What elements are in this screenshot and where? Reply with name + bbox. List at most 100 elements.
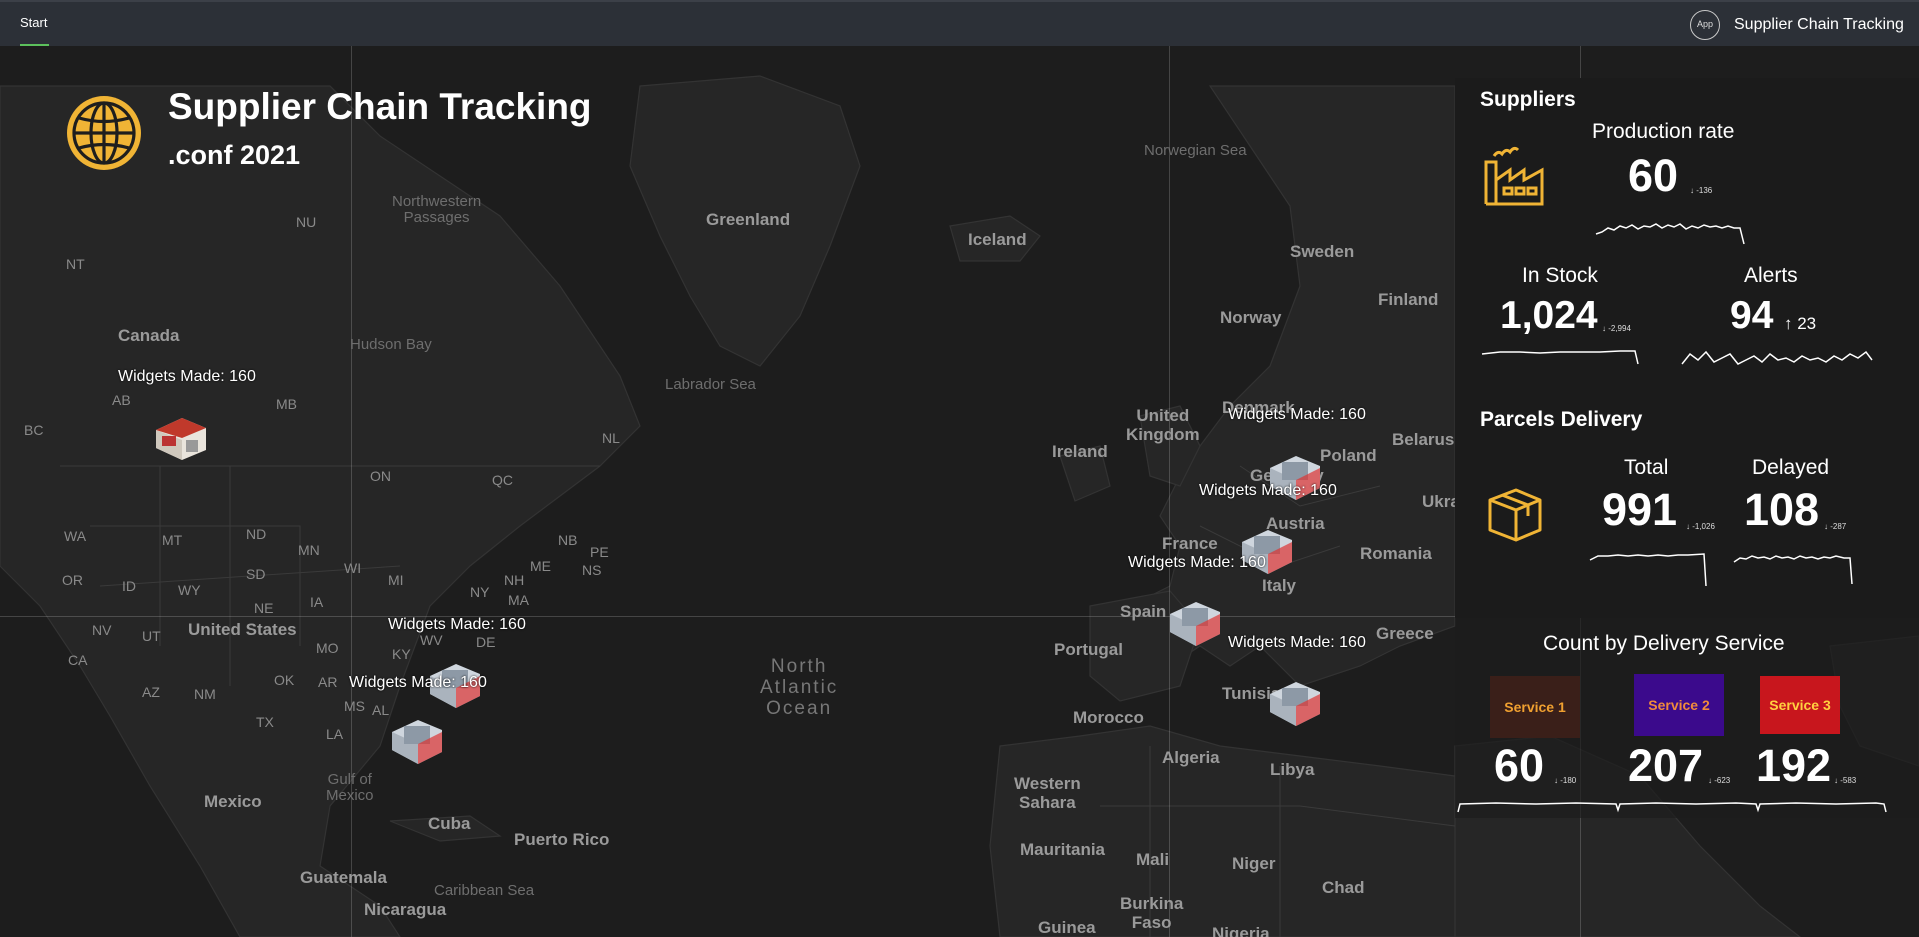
production-rate-label: Production rate (1592, 120, 1735, 143)
service-1-badge[interactable]: Service 1 (1490, 676, 1580, 738)
map-label: ID (122, 578, 136, 594)
map-label: MA (508, 592, 529, 608)
map-gridline (1169, 46, 1170, 937)
factory-outline-icon (1484, 146, 1544, 206)
marker-label: Widgets Made: 160 (1228, 406, 1366, 423)
map-label: LA (326, 726, 344, 742)
marker-label: Widgets Made: 160 (349, 674, 487, 691)
map-label: NY (470, 584, 490, 600)
alerts-delta: ↑ 23 (1784, 314, 1817, 333)
alerts-sparkline (1681, 350, 1873, 365)
map-label: Burkina Faso (1120, 894, 1184, 932)
suppliers-title: Suppliers (1480, 88, 1576, 111)
parcels-total-label: Total (1624, 456, 1669, 479)
page-subtitle: .conf 2021 (168, 140, 301, 170)
map-label: NT (66, 256, 85, 272)
map-label: Norway (1220, 308, 1282, 327)
map-label: Ireland (1052, 442, 1108, 461)
parcels-delayed-delta: ↓ -287 (1824, 522, 1847, 531)
parcels-total-delta: ↓ -1,026 (1686, 522, 1715, 531)
map-label: Northwestern Passages (392, 193, 482, 226)
map-label: CA (68, 652, 88, 668)
map-label: MN (298, 542, 320, 558)
page-title: Supplier Chain Tracking (168, 86, 592, 127)
service-1-delta: ↓ -180 (1554, 776, 1577, 785)
map-label: Norwegian Sea (1144, 142, 1247, 159)
map-label: ME (530, 558, 551, 574)
map-label: WA (64, 528, 87, 544)
map-label: Romania (1360, 544, 1432, 563)
map-label: Guinea (1038, 918, 1096, 937)
map-label: Belarus (1392, 430, 1455, 449)
map-label: IA (310, 594, 324, 610)
map-label: Iceland (968, 230, 1027, 249)
map-label: MB (276, 396, 297, 412)
package-icon (1488, 488, 1542, 542)
map-label: Labrador Sea (665, 376, 756, 393)
map-label: WY (178, 582, 201, 598)
in-stock-value: 1,024 (1500, 294, 1598, 337)
map-label: NL (602, 430, 620, 446)
map-label: Finland (1378, 290, 1439, 309)
map-label: WV (420, 632, 443, 648)
alerts-label: Alerts (1744, 264, 1798, 287)
map-label: Mali (1136, 850, 1170, 869)
parcels-title: Parcels Delivery (1480, 408, 1643, 431)
map-label: Poland (1320, 446, 1377, 465)
alerts-value: 94 (1730, 294, 1774, 337)
map-label: NM (194, 686, 216, 702)
map-label: ON (370, 468, 391, 484)
in-stock-label: In Stock (1522, 264, 1598, 287)
app-title[interactable]: Supplier Chain Tracking (1734, 16, 1904, 34)
shop-icon[interactable] (150, 400, 212, 462)
factory-icon[interactable] (386, 704, 448, 766)
map-label: Portugal (1054, 640, 1123, 659)
map-label: KY (392, 646, 411, 662)
map-label: Mauritania (1020, 840, 1106, 859)
map-label: NB (558, 532, 578, 548)
map-label: Western Sahara (1014, 774, 1081, 812)
map-label: Greenland (706, 210, 791, 229)
map-label: Puerto Rico (514, 830, 610, 849)
map-label: WI (344, 560, 362, 576)
factory-icon[interactable] (1264, 666, 1326, 728)
map-label: AZ (142, 684, 160, 700)
delivery-service-sparkline (1457, 802, 1887, 813)
map-label: Caribbean Sea (434, 882, 535, 899)
map-label: Cuba (428, 814, 471, 833)
map-label: Greece (1376, 624, 1434, 643)
map-label: Morocco (1073, 708, 1144, 727)
map-label: TX (256, 714, 274, 730)
service-2-badge[interactable]: Service 2 (1634, 674, 1724, 736)
globe-icon (67, 96, 141, 170)
production-rate-delta: ↓ -136 (1690, 186, 1713, 195)
map-label: NU (296, 214, 317, 230)
service-3-value: 192 (1756, 740, 1832, 791)
map-label: NH (504, 572, 525, 588)
map-label: OK (274, 672, 295, 688)
production-rate-sparkline (1595, 223, 1745, 245)
map-label: Niger (1232, 854, 1276, 873)
parcels-delayed-value: 108 (1744, 484, 1820, 535)
map-label: QC (492, 472, 513, 488)
marker-label: Widgets Made: 160 (1199, 482, 1337, 499)
service-2-delta: ↓ -623 (1708, 776, 1731, 785)
map-label: AR (318, 674, 338, 690)
tab-start[interactable]: Start (20, 15, 47, 30)
map-label: United States (188, 620, 297, 639)
parcels-total-value: 991 (1602, 484, 1678, 535)
map-label: Italy (1262, 576, 1297, 595)
map-label: Nigeria (1212, 924, 1270, 937)
map-label: MT (162, 532, 183, 548)
marker-label: Widgets Made: 160 (1228, 634, 1366, 651)
parcels-total-sparkline (1589, 553, 1707, 587)
delivery-service-title: Count by Delivery Service (1543, 632, 1785, 655)
map-label: ND (246, 526, 267, 542)
app-badge[interactable]: App (1690, 10, 1720, 40)
service-3-badge[interactable]: Service 3 (1760, 676, 1840, 734)
service-1-value: 60 (1494, 740, 1545, 791)
factory-icon[interactable] (1164, 586, 1226, 648)
map-label: Nicaragua (364, 900, 447, 919)
map-label: NE (254, 600, 274, 616)
parcels-delayed-label: Delayed (1752, 456, 1830, 479)
